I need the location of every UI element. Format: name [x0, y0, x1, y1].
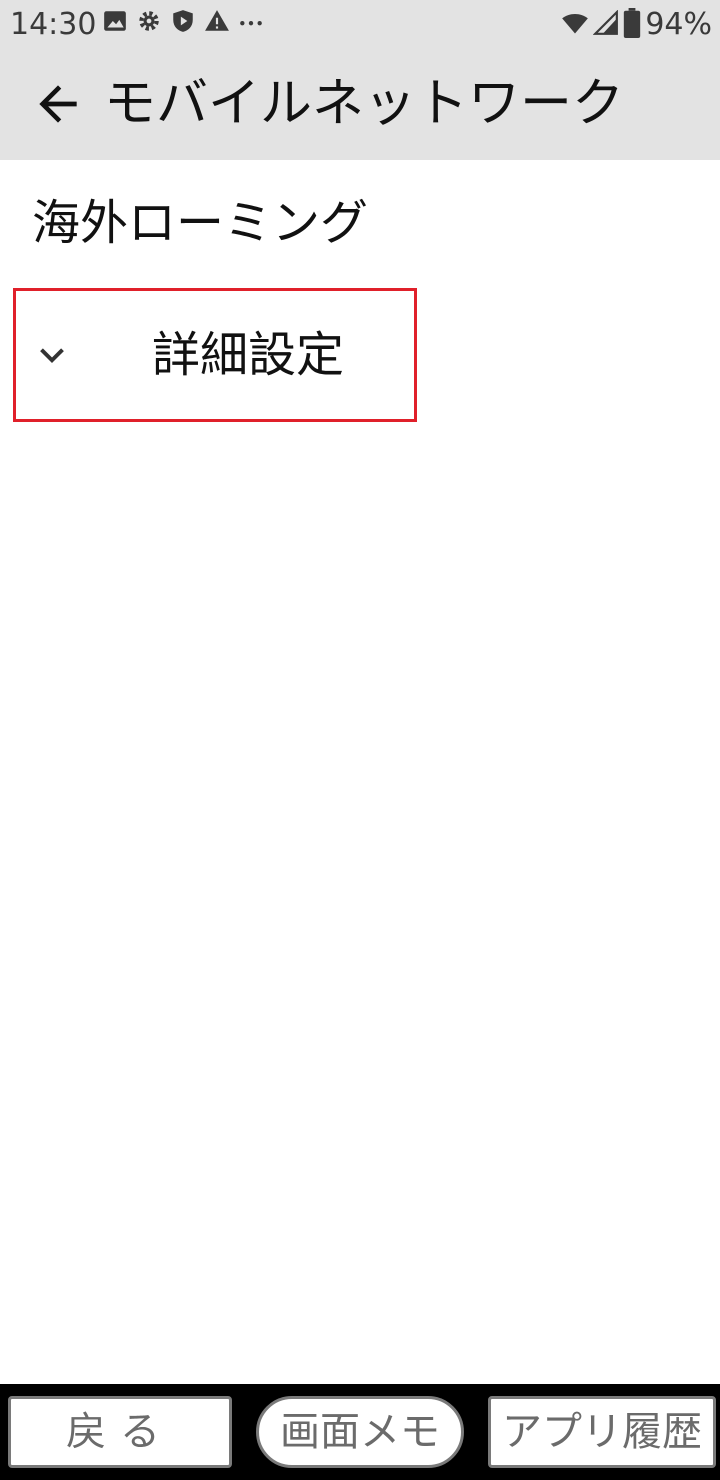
warning-icon [204, 8, 230, 34]
app-history-button[interactable]: アプリ履歴 [488, 1396, 716, 1468]
back-arrow-icon [39, 85, 77, 123]
battery-icon [623, 8, 641, 42]
chevron-down-icon [34, 337, 70, 373]
battery-percent: 94% [645, 7, 712, 42]
status-bar: 14:30 94% [0, 0, 720, 52]
back-arrow-button[interactable] [30, 76, 86, 132]
shield-play-icon [170, 8, 196, 34]
cell-signal-icon [592, 9, 619, 40]
image-icon [102, 8, 128, 34]
wifi-icon [561, 9, 589, 41]
roaming-setting-item[interactable]: 海外ローミング [32, 188, 368, 258]
more-dots-icon [238, 8, 264, 34]
status-system-icons: 94% [561, 6, 712, 44]
back-button[interactable]: 戻る [8, 1396, 232, 1468]
page-title: モバイルネットワーク [104, 74, 625, 134]
app-bar: モバイルネットワーク [0, 52, 720, 160]
advanced-settings-item[interactable]: 詳細設定 [13, 288, 417, 422]
screen-memo-button[interactable]: 画面メモ [256, 1396, 464, 1468]
bottom-bar: 戻る 画面メモ アプリ履歴 [0, 1384, 720, 1480]
advanced-settings-label: 詳細設定 [152, 327, 345, 383]
gear-icon [136, 8, 162, 34]
status-notification-icons [102, 8, 264, 34]
status-time: 14:30 [10, 7, 97, 42]
